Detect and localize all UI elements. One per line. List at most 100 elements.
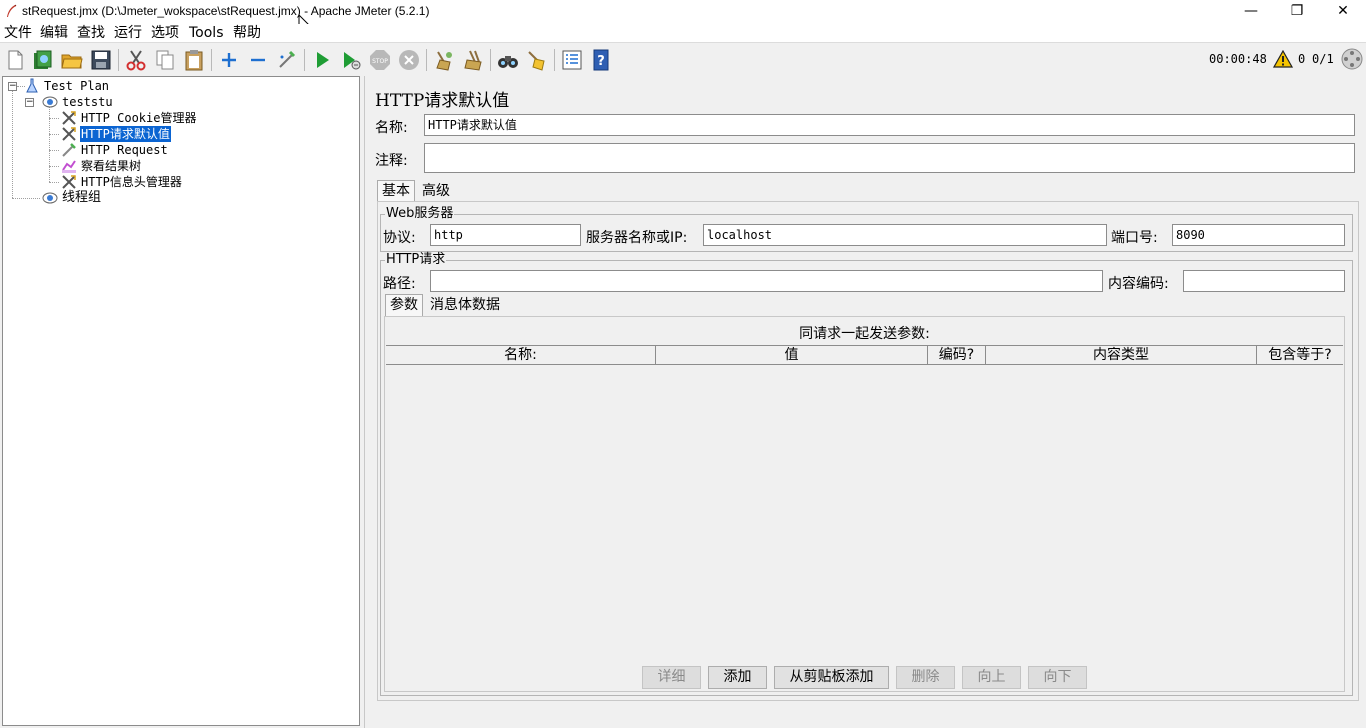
panel-title: HTTP请求默认值 <box>375 91 510 111</box>
tree-connector <box>49 134 59 135</box>
add-button[interactable]: 添加 <box>708 666 767 689</box>
content-encoding-field[interactable] <box>1183 270 1345 292</box>
collapse-all-button[interactable] <box>246 48 270 72</box>
sampler-icon <box>62 143 76 157</box>
collapse-toggle[interactable]: − <box>25 98 34 107</box>
server-name-field[interactable]: localhost <box>703 224 1107 246</box>
table-body[interactable] <box>386 366 1343 656</box>
table-header: 名称: 值 编码? 内容类型 包含等于? <box>386 345 1343 365</box>
new-button[interactable] <box>3 48 27 72</box>
menu-file[interactable]: 文件 <box>4 24 32 42</box>
menu-options[interactable]: 选项 <box>151 24 179 42</box>
templates-button[interactable] <box>31 48 55 72</box>
column-header-name[interactable]: 名称: <box>386 346 656 365</box>
maximize-button[interactable]: ❐ <box>1274 0 1320 24</box>
path-field[interactable] <box>430 270 1103 292</box>
warning-icon[interactable] <box>1273 50 1293 68</box>
stop-icon: STOP <box>370 50 390 70</box>
play-no-pause-icon <box>344 52 361 70</box>
move-up-button[interactable]: 向上 <box>962 666 1021 689</box>
name-label: 名称: <box>375 120 408 136</box>
open-button[interactable] <box>60 48 84 72</box>
open-folder-icon <box>61 54 83 69</box>
clear-broom-icon <box>436 51 452 71</box>
column-header-content-type[interactable]: 内容类型 <box>986 346 1257 365</box>
stop-button[interactable]: STOP <box>368 48 392 72</box>
warning-count: 0 <box>1298 52 1306 66</box>
toggle-wand-icon <box>279 50 296 68</box>
function-helper-button[interactable] <box>560 48 584 72</box>
save-button[interactable] <box>89 48 113 72</box>
menu-edit[interactable]: 编辑 <box>40 24 68 42</box>
search-button[interactable] <box>496 48 520 72</box>
close-button[interactable]: ✕ <box>1320 0 1366 24</box>
clear-button[interactable] <box>432 48 456 72</box>
start-no-pauses-button[interactable] <box>339 48 363 72</box>
server-name-label: 服务器名称或IP: <box>586 230 688 246</box>
port-field[interactable]: 8090 <box>1172 224 1345 246</box>
minus-icon <box>251 58 265 62</box>
menu-search[interactable]: 查找 <box>77 24 105 42</box>
toolbar-separator <box>118 49 119 71</box>
tab-parameters[interactable]: 参数 <box>385 294 423 316</box>
cut-button[interactable] <box>124 48 148 72</box>
detail-button[interactable]: 详细 <box>642 666 701 689</box>
minimize-button[interactable]: — <box>1228 0 1274 24</box>
new-file-icon <box>8 50 23 70</box>
shutdown-icon <box>399 50 419 70</box>
active-threads-count: 0/1 <box>1312 52 1334 66</box>
tab-body-data[interactable]: 消息体数据 <box>425 294 505 316</box>
add-from-clipboard-button[interactable]: 从剪贴板添加 <box>774 666 889 689</box>
name-field[interactable]: HTTP请求默认值 <box>424 114 1355 136</box>
tree-connector <box>49 118 59 119</box>
tab-advanced[interactable]: 高级 <box>417 180 455 202</box>
config-element-icon <box>62 111 76 125</box>
menu-help[interactable]: 帮助 <box>233 24 261 42</box>
column-header-include-equals[interactable]: 包含等于? <box>1257 346 1343 365</box>
plus-icon <box>222 53 236 67</box>
tree-connector <box>12 198 40 199</box>
paste-button[interactable] <box>182 48 206 72</box>
reset-search-broom-icon <box>528 51 545 71</box>
copy-button[interactable] <box>153 48 177 72</box>
shutdown-button[interactable] <box>397 48 421 72</box>
clear-all-button[interactable] <box>461 48 485 72</box>
toggle-button[interactable] <box>275 48 299 72</box>
port-label: 端口号: <box>1111 230 1158 246</box>
help-button[interactable]: ? <box>589 48 613 72</box>
content-encoding-label: 内容编码: <box>1108 276 1169 292</box>
collapse-toggle[interactable]: − <box>8 82 17 91</box>
config-element-icon <box>62 127 76 141</box>
tree-connector <box>49 150 59 151</box>
test-plan-tree[interactable]: − − Test Plan teststu HTTP Cookie管理器 HTT… <box>2 76 360 726</box>
menu-run[interactable]: 运行 <box>114 24 142 42</box>
play-icon <box>317 52 329 68</box>
toolbar-separator <box>304 49 305 71</box>
start-button[interactable] <box>310 48 334 72</box>
tree-connector <box>49 182 59 183</box>
column-header-encode[interactable]: 编码? <box>928 346 986 365</box>
delete-button[interactable]: 删除 <box>896 666 955 689</box>
column-header-value[interactable]: 值 <box>656 346 928 365</box>
menu-bar: 文件 编辑 查找 运行 选项 Tools 帮助 <box>0 24 1366 42</box>
element-config-panel: HTTP请求默认值 名称: HTTP请求默认值 注释: 基本 高级 Web服务器… <box>364 76 1366 728</box>
reset-search-button[interactable] <box>525 48 549 72</box>
menu-tools[interactable]: Tools <box>189 24 224 42</box>
running-status-icon <box>1341 48 1363 70</box>
copy-icon <box>156 50 174 70</box>
comment-field[interactable] <box>424 143 1355 173</box>
protocol-field[interactable]: http <box>430 224 581 246</box>
close-icon: ✕ <box>1337 3 1349 19</box>
move-down-button[interactable]: 向下 <box>1028 666 1087 689</box>
toolbar-separator <box>211 49 212 71</box>
toolbar-separator <box>554 49 555 71</box>
scissors-icon <box>126 50 146 71</box>
path-label: 路径: <box>383 276 416 292</box>
expand-all-button[interactable] <box>217 48 241 72</box>
comment-label: 注释: <box>375 153 408 169</box>
thread-group-icon <box>42 96 58 108</box>
help-book-icon: ? <box>593 49 609 71</box>
minimize-icon: — <box>1244 3 1258 19</box>
tab-basic[interactable]: 基本 <box>377 180 415 202</box>
parameters-table-panel: 同请求一起发送参数: 名称: 值 编码? 内容类型 包含等于? 详细 添加 从剪… <box>384 316 1345 692</box>
